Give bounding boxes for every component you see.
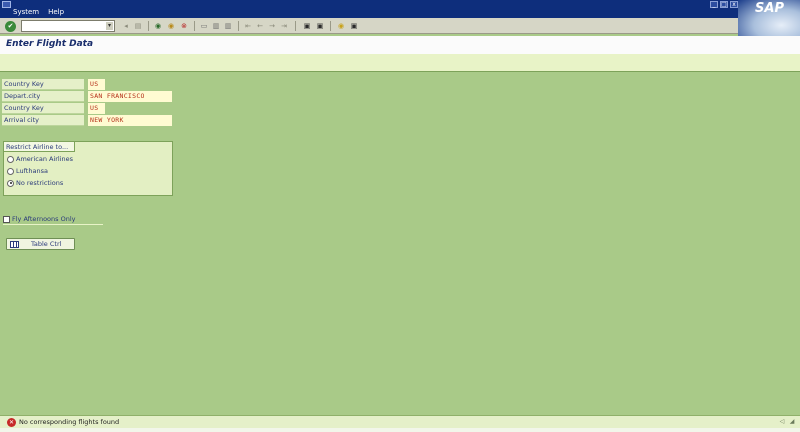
fly-afternoons-label: Fly Afternoons Only bbox=[12, 215, 76, 223]
departure-country-label: Country Key bbox=[2, 79, 84, 90]
app-menu-icon[interactable] bbox=[2, 1, 11, 8]
menu-help[interactable]: Help bbox=[48, 8, 64, 17]
radio-label: No restrictions bbox=[16, 179, 64, 187]
status-bar: ✕ No corresponding flights found ◁ ◢ bbox=[0, 415, 800, 428]
toolbar-separator bbox=[330, 21, 331, 31]
command-history-icon[interactable]: ▾ bbox=[106, 22, 113, 30]
back-icon[interactable]: ◉ bbox=[153, 21, 163, 31]
exit-icon[interactable]: ◉ bbox=[166, 21, 176, 31]
radio-american-airlines[interactable]: American Airlines bbox=[7, 154, 73, 164]
radio-button-selected[interactable] bbox=[7, 179, 14, 187]
status-resize-icon[interactable]: ◢ bbox=[788, 418, 796, 426]
toolbar-separator bbox=[194, 21, 195, 31]
menu-bar: System Help bbox=[13, 8, 64, 17]
window-controls: _ □ x bbox=[710, 1, 738, 8]
status-message: No corresponding flights found bbox=[19, 418, 120, 426]
title-bar: System Help _ □ x bbox=[0, 0, 800, 18]
arrival-country-row: Country Key US bbox=[2, 103, 172, 114]
toolbar-separator bbox=[295, 21, 296, 31]
menu-system[interactable]: System bbox=[13, 8, 39, 17]
last-page-icon[interactable]: ⇥ bbox=[279, 21, 289, 31]
arrival-city-row: Arrival city NEW YORK bbox=[2, 115, 172, 126]
save-icon[interactable]: ▤ bbox=[133, 21, 143, 31]
minimize-button[interactable]: _ bbox=[710, 1, 718, 8]
arrival-city-label: Arrival city bbox=[2, 115, 84, 126]
page-title: Enter Flight Data bbox=[6, 39, 94, 49]
table-icon bbox=[10, 241, 19, 248]
help-icon[interactable]: ◉ bbox=[336, 21, 346, 31]
restrict-airline-title: Restrict Airline to... bbox=[4, 142, 76, 152]
restrict-airline-group: Restrict Airline to... American Airlines… bbox=[3, 141, 173, 196]
error-icon: ✕ bbox=[7, 418, 16, 427]
departure-city-row: Depart.city SAN FRANCISCO bbox=[2, 91, 172, 102]
create-session-icon[interactable]: ▣ bbox=[302, 21, 312, 31]
cancel-icon[interactable]: ⊗ bbox=[179, 21, 189, 31]
sap-logo: SAP bbox=[755, 1, 784, 16]
prev-page-icon[interactable]: ← bbox=[255, 21, 265, 31]
find-next-icon[interactable]: ▥ bbox=[223, 21, 233, 31]
enter-icon[interactable]: ✔ bbox=[5, 21, 16, 32]
arrival-country-input[interactable]: US bbox=[88, 103, 105, 114]
radio-button[interactable] bbox=[7, 155, 14, 163]
next-page-icon[interactable]: → bbox=[267, 21, 277, 31]
screen-title-bar: Enter Flight Data bbox=[0, 36, 800, 54]
application-toolbar bbox=[0, 54, 800, 72]
first-page-icon[interactable]: ⇤ bbox=[243, 21, 253, 31]
departure-country-input[interactable]: US bbox=[88, 79, 105, 90]
find-icon[interactable]: ▥ bbox=[211, 21, 221, 31]
maximize-button[interactable]: □ bbox=[720, 1, 728, 8]
table-ctrl-label: Table Ctrl bbox=[31, 240, 62, 248]
command-field[interactable]: ▾ bbox=[21, 20, 115, 32]
shortcut-icon[interactable]: ▣ bbox=[315, 21, 325, 31]
sap-logo-area: SAP bbox=[738, 0, 800, 36]
fly-afternoons-checkbox[interactable] bbox=[3, 215, 10, 223]
toolbar-separator bbox=[238, 21, 239, 31]
arrival-city-input[interactable]: NEW YORK bbox=[88, 115, 172, 126]
table-ctrl-button[interactable]: Table Ctrl bbox=[6, 238, 75, 250]
bottom-strip bbox=[0, 428, 800, 432]
radio-button[interactable] bbox=[7, 167, 14, 175]
print-icon[interactable]: ▭ bbox=[199, 21, 209, 31]
close-button[interactable]: x bbox=[730, 1, 738, 8]
radio-no-restrictions[interactable]: No restrictions bbox=[7, 178, 63, 188]
status-expand-icon[interactable]: ◁ bbox=[778, 418, 786, 426]
departure-city-label: Depart.city bbox=[2, 91, 84, 102]
arrival-country-label: Country Key bbox=[2, 103, 84, 114]
departure-city-input[interactable]: SAN FRANCISCO bbox=[88, 91, 172, 102]
standard-toolbar: ✔ ▾ ◂ ▤ ◉ ◉ ⊗ ▭ ▥ ▥ ⇤ ← → ⇥ ▣ ▣ ◉ ▣ bbox=[0, 18, 800, 34]
status-bar-controls: ◁ ◢ bbox=[778, 418, 796, 426]
fly-afternoons-checkbox-row[interactable]: Fly Afternoons Only bbox=[3, 214, 103, 225]
radio-label: Lufthansa bbox=[16, 167, 48, 175]
departure-country-row: Country Key US bbox=[2, 79, 172, 90]
command-prev-icon[interactable]: ◂ bbox=[121, 21, 131, 31]
toolbar-separator bbox=[148, 21, 149, 31]
radio-lufthansa[interactable]: Lufthansa bbox=[7, 166, 48, 176]
layout-menu-icon[interactable]: ▣ bbox=[349, 21, 359, 31]
radio-label: American Airlines bbox=[16, 155, 74, 163]
